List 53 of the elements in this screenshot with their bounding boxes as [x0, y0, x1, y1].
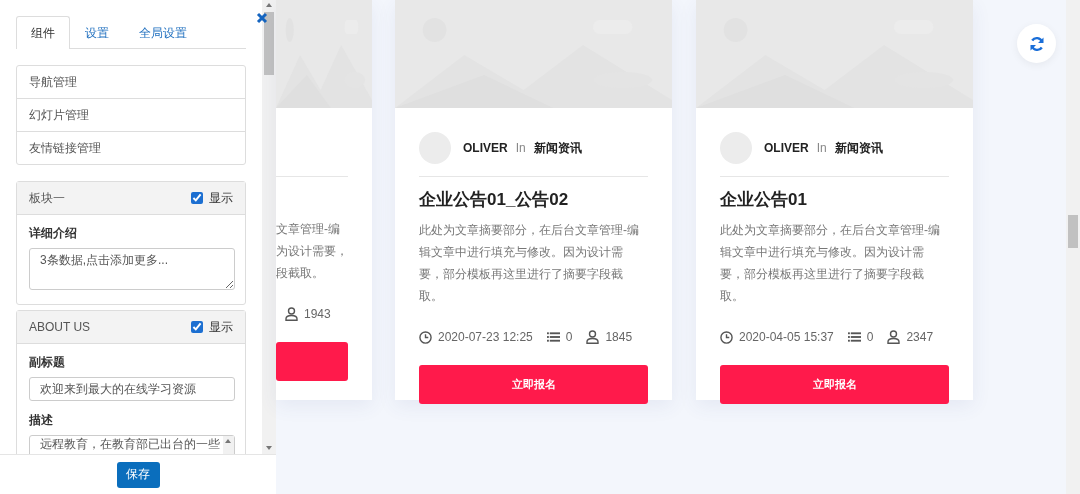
- in-label: In: [816, 141, 827, 155]
- excerpt-line: 为设计需要，: [276, 243, 348, 260]
- text-area[interactable]: 远程教育，在教育部已出台的一些: [29, 435, 235, 454]
- post-date: 2020-04-05 15:37: [739, 330, 834, 344]
- post-date: 2020-07-23 12:25: [438, 330, 533, 344]
- panel-tab[interactable]: 设置: [70, 16, 124, 49]
- list-icon: [847, 331, 861, 343]
- list-icon: [546, 331, 560, 343]
- category-link[interactable]: 新闻资讯: [834, 139, 883, 157]
- checkbox-label: 显示: [209, 189, 233, 207]
- user-icon: [887, 330, 901, 344]
- refresh-button[interactable]: [1017, 24, 1056, 63]
- field-label: 副标题: [29, 354, 66, 371]
- close-icon[interactable]: [256, 12, 268, 24]
- clock-icon: [419, 330, 432, 344]
- category-link[interactable]: 新闻资讯: [533, 139, 582, 157]
- menu-item[interactable]: 幻灯片管理: [17, 98, 245, 131]
- excerpt-line: 文章管理-编: [276, 221, 341, 238]
- view-count: 1943: [304, 307, 331, 321]
- checkbox-label: 显示: [209, 318, 233, 336]
- text-area[interactable]: 3条数据,点击添加更多...: [29, 248, 235, 290]
- panel-tab[interactable]: 组件: [16, 16, 70, 49]
- save-button[interactable]: 保存: [116, 461, 160, 488]
- comment-count: 0: [866, 330, 874, 344]
- in-label: In: [515, 141, 526, 155]
- signup-button[interactable]: 立即报名: [720, 365, 949, 404]
- clock-icon: [720, 330, 733, 344]
- section-title: 板块一: [29, 189, 65, 207]
- refresh-icon: [1028, 35, 1045, 52]
- input-field[interactable]: 欢迎来到最大的在线学习资源: [29, 377, 235, 401]
- view-count: 1845: [605, 330, 633, 344]
- user-icon: [586, 330, 600, 344]
- show-checkbox[interactable]: [191, 321, 203, 333]
- signup-button[interactable]: 立即报名: [419, 365, 648, 404]
- section-title: ABOUT US: [29, 320, 91, 334]
- field-label: 详细介绍: [29, 225, 78, 242]
- card-excerpt: 此处为文章摘要部分，在后台文章管理-编辑文章中进行填充与修改。因为设计需要，部分模板再这里进行了摘要字段截取。: [419, 222, 640, 305]
- field-label: 描述: [29, 412, 54, 429]
- show-checkbox[interactable]: [191, 192, 203, 204]
- menu-item[interactable]: 导航管理: [17, 66, 245, 98]
- excerpt-line: 段截取。: [276, 265, 325, 282]
- comment-count: 0: [565, 330, 573, 344]
- scrollbar-thumb[interactable]: [264, 12, 274, 75]
- user-icon: [285, 307, 298, 321]
- card-excerpt: 此处为文章摘要部分，在后台文章管理-编辑文章中进行填充与修改。因为设计需要，部分模板再这里进行了摘要字段截取。: [720, 222, 941, 305]
- card-title[interactable]: 企业公告01_公告02: [419, 189, 648, 211]
- menu-item[interactable]: 友情链接管理: [17, 131, 245, 164]
- card-title[interactable]: 企业公告01: [720, 189, 949, 211]
- scrollbar-thumb[interactable]: [1068, 215, 1078, 248]
- panel-tab[interactable]: 全局设置: [124, 16, 202, 49]
- author-name[interactable]: OLIVER: [764, 141, 809, 155]
- author-name[interactable]: OLIVER: [463, 141, 508, 155]
- view-count: 2347: [906, 330, 934, 344]
